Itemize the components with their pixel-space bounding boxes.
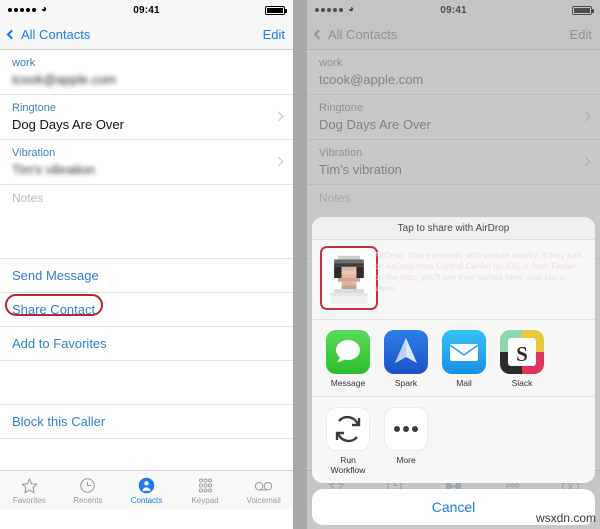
- status-bar-signal: ◕: [8, 5, 133, 15]
- screenshot-stage: ◕ 09:41 All Contacts Edit work tcook@app…: [0, 0, 600, 529]
- left-phone-screen: ◕ 09:41 All Contacts Edit work tcook@app…: [0, 0, 293, 529]
- add-to-favorites-button[interactable]: Add to Favorites: [0, 327, 293, 361]
- right-phone-screen: ◕ 09:41 All Contacts Edit work tcook@app…: [307, 0, 600, 529]
- list-spacer-bottom: [0, 439, 293, 461]
- chevron-left-icon: [6, 29, 17, 40]
- slack-app-icon: S: [500, 330, 544, 374]
- mail-app-icon: [442, 330, 486, 374]
- tab-keypad[interactable]: Keypad: [176, 476, 235, 505]
- signal-dot: [20, 8, 24, 12]
- notes-placeholder: Notes: [12, 191, 44, 205]
- share-action-more[interactable]: More: [382, 407, 430, 475]
- tab-label: Recents: [73, 495, 103, 505]
- tab-label: Keypad: [191, 495, 219, 505]
- clock-icon: [59, 476, 118, 495]
- field-label: Vibration: [12, 147, 56, 159]
- tab-label: Voicemail: [246, 495, 281, 505]
- field-value: Dog Days Are Over: [12, 117, 124, 132]
- share-app-slack[interactable]: S Slack: [498, 330, 546, 388]
- action-label: More: [396, 455, 416, 465]
- share-app-message[interactable]: Message: [324, 330, 372, 388]
- back-to-all-contacts-button[interactable]: All Contacts: [6, 27, 91, 42]
- messages-app-icon: [326, 330, 370, 374]
- app-label: Spark: [394, 378, 418, 388]
- field-label: work: [12, 57, 36, 69]
- svg-text:S: S: [516, 342, 528, 366]
- tab-bar: Favorites Recents: [0, 470, 293, 509]
- list-spacer: [0, 361, 293, 405]
- back-button-label: All Contacts: [21, 27, 91, 42]
- share-sheet-card: Tap to share with AirDrop AirDrop. Share…: [312, 217, 595, 483]
- share-action-run-workflow[interactable]: Run Workflow: [324, 407, 372, 475]
- keypad-dots-icon: [176, 476, 235, 495]
- contact-field-ringtone[interactable]: Ringtone Dog Days Are Over: [0, 95, 293, 140]
- watermark: wsxdn.com: [535, 511, 596, 525]
- tab-label: Contacts: [130, 495, 163, 505]
- block-this-caller-button[interactable]: Block this Caller: [0, 405, 293, 439]
- tab-voicemail[interactable]: Voicemail: [234, 476, 293, 505]
- contact-person-icon: [117, 476, 176, 495]
- battery-full-icon: [265, 5, 288, 15]
- share-sheet: Tap to share with AirDrop AirDrop. Share…: [312, 217, 595, 525]
- send-message-button[interactable]: Send Message: [0, 259, 293, 293]
- star-icon: [0, 476, 59, 495]
- signal-dot: [14, 8, 18, 12]
- tab-label: Favorites: [12, 495, 46, 505]
- wifi-icon: ◕: [41, 4, 48, 15]
- tab-contacts[interactable]: Contacts: [117, 476, 176, 505]
- contact-field-vibration[interactable]: Vibration Tim's vibration: [0, 140, 293, 185]
- status-bar: ◕ 09:41: [0, 0, 293, 20]
- share-app-spark[interactable]: Spark: [382, 330, 430, 388]
- action-label: Run Workflow: [330, 455, 366, 475]
- share-contact-row: Share Contact: [0, 293, 293, 327]
- status-bar-right: [160, 5, 288, 15]
- signal-dot: [32, 8, 36, 12]
- contact-field-work[interactable]: work tcook@apple.com: [0, 50, 293, 95]
- field-label: Ringtone: [12, 102, 57, 114]
- share-app-mail[interactable]: Mail: [440, 330, 488, 388]
- notes-field[interactable]: Notes: [0, 185, 293, 259]
- tab-favorites[interactable]: Favorites: [0, 476, 59, 505]
- panel-divider: [293, 0, 307, 529]
- ellipsis-icon: [384, 407, 428, 451]
- contact-detail-list: work tcook@apple.com Ringtone Dog Days A…: [0, 50, 293, 509]
- pixelated-avatar-icon: [326, 252, 372, 304]
- app-label: Slack: [511, 378, 533, 388]
- share-apps-row: Message Spark Mail S Slack: [312, 319, 595, 396]
- spark-app-icon: [384, 330, 428, 374]
- app-label: Mail: [456, 378, 472, 388]
- airdrop-section: AirDrop. Share instantly with people nea…: [312, 240, 595, 319]
- airdrop-description: AirDrop. Share instantly with people nea…: [374, 250, 582, 293]
- share-contact-button[interactable]: Share Contact: [0, 293, 293, 327]
- field-value: Tim's vibration: [12, 162, 95, 177]
- share-sheet-title: Tap to share with AirDrop: [312, 217, 595, 240]
- navigation-bar: All Contacts Edit: [0, 20, 293, 50]
- app-label: Message: [330, 378, 366, 388]
- status-bar-clock: 09:41: [133, 4, 160, 16]
- signal-dot: [8, 8, 12, 12]
- tab-recents[interactable]: Recents: [59, 476, 118, 505]
- signal-dot: [26, 8, 30, 12]
- voicemail-icon: [234, 476, 293, 495]
- field-value: tcook@apple.com: [12, 72, 117, 87]
- airdrop-contact-target[interactable]: [320, 246, 378, 310]
- share-actions-row: Run Workflow More: [312, 396, 595, 483]
- workflow-refresh-icon: [326, 407, 370, 451]
- edit-button[interactable]: Edit: [263, 27, 285, 42]
